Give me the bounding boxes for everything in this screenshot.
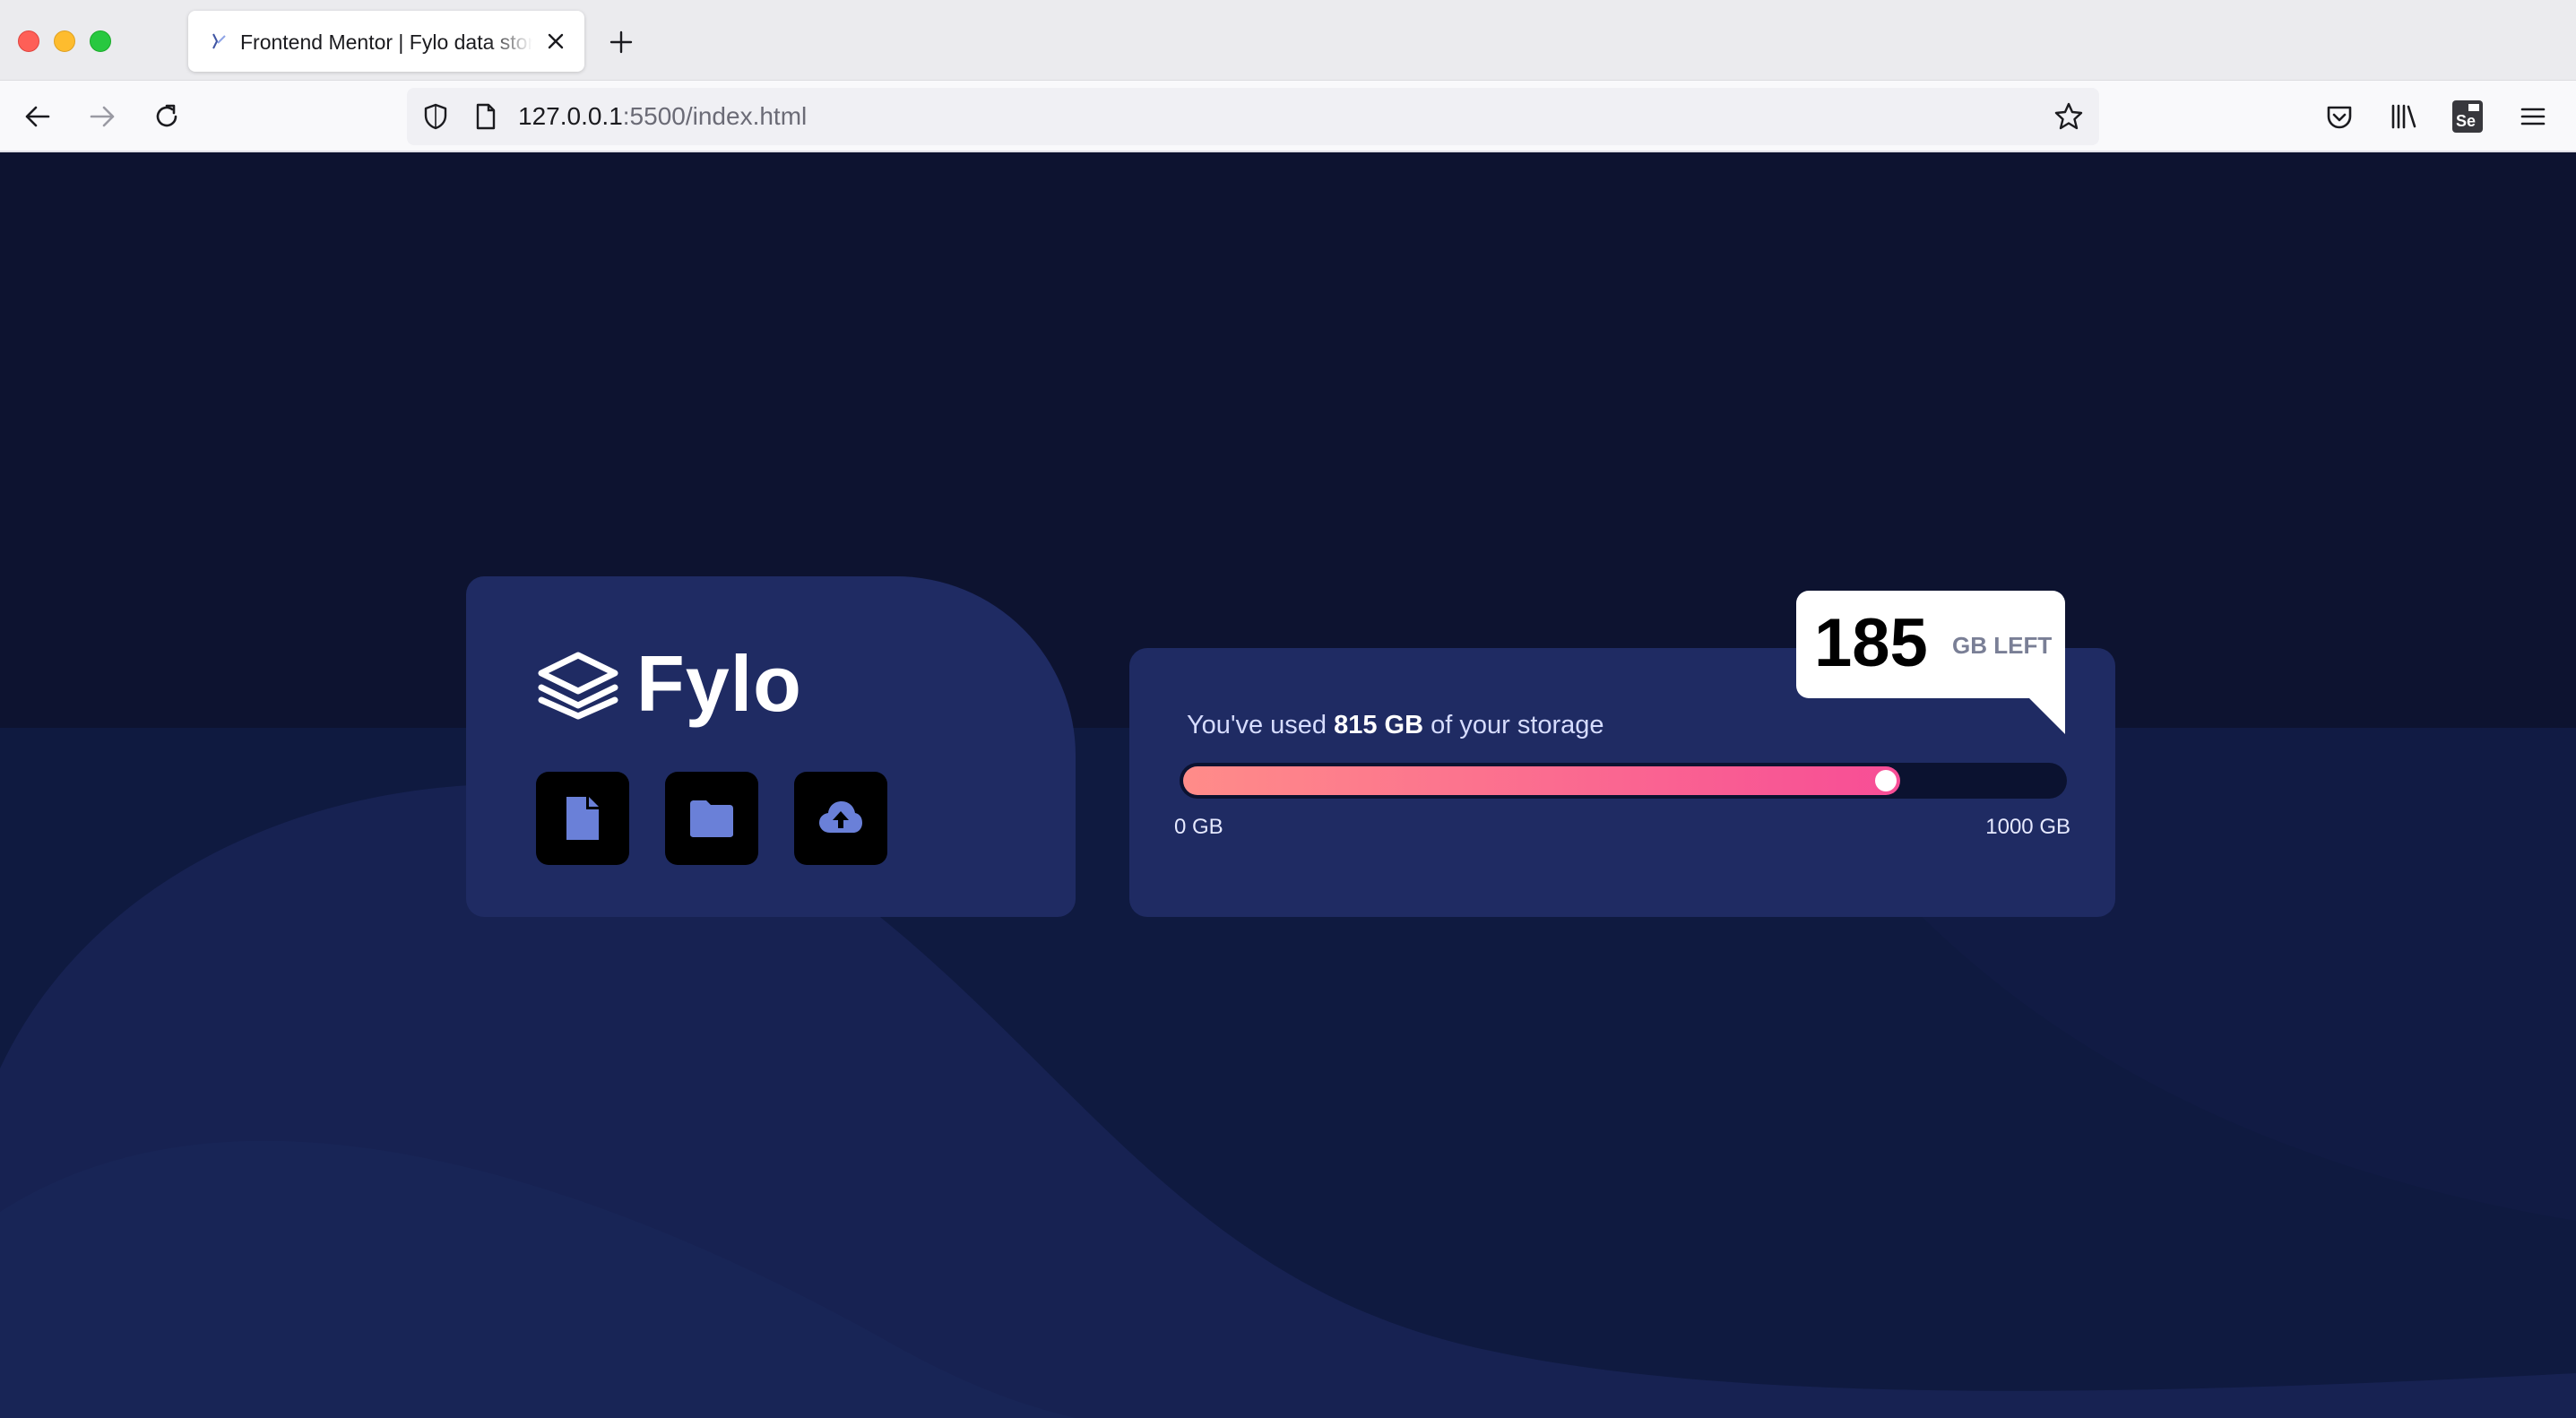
address-bar[interactable]: 127.0.0.1:5500/index.html	[407, 88, 2099, 145]
tab-title: Frontend Mentor | Fylo data storage comp…	[240, 30, 532, 54]
shield-icon[interactable]	[421, 102, 450, 131]
reload-icon[interactable]	[149, 99, 185, 134]
used-amount: 815 GB	[1334, 711, 1424, 739]
remaining-unit: GB LEFT	[1952, 632, 2053, 659]
brand-name: Fylo	[636, 639, 802, 728]
remaining-value: 185	[1814, 605, 1928, 681]
bookmark-star-icon[interactable]	[2053, 100, 2085, 133]
new-tab-icon[interactable]	[606, 27, 636, 57]
minimize-window-button[interactable]	[54, 30, 75, 52]
browser-nav-bar: 127.0.0.1:5500/index.html Se	[0, 81, 2576, 152]
document-button[interactable]	[536, 772, 629, 865]
close-tab-icon[interactable]	[543, 29, 568, 54]
bubble-tail	[2029, 698, 2065, 734]
remaining-storage-badge: 185 GB LEFT	[1796, 591, 2065, 734]
progress-knob	[1875, 770, 1897, 791]
pocket-icon[interactable]	[2321, 99, 2357, 134]
stacked-layers-icon	[538, 652, 618, 720]
folder-button[interactable]	[665, 772, 758, 865]
close-window-button[interactable]	[18, 30, 39, 52]
selenium-extension-icon[interactable]: Se	[2452, 100, 2483, 133]
back-arrow-icon[interactable]	[20, 99, 56, 134]
url-text[interactable]: 127.0.0.1:5500/index.html	[518, 102, 807, 131]
usage-summary: You've used 815 GB of your storage	[1187, 711, 1604, 739]
page-icon[interactable]	[473, 102, 498, 131]
folder-icon	[690, 800, 733, 837]
page-viewport: Fylo You've used 815 GB of your storage	[0, 154, 2576, 1418]
frontend-mentor-favicon-icon	[212, 33, 226, 49]
browser-tab-bar: Frontend Mentor | Fylo data storage comp…	[0, 0, 2576, 81]
maximize-window-button[interactable]	[90, 30, 111, 52]
forward-arrow-icon[interactable]	[84, 99, 120, 134]
storage-progress-fill	[1183, 766, 1900, 795]
scale-max-label: 1000 GB	[1985, 815, 2070, 839]
browser-tab[interactable]: Frontend Mentor | Fylo data storage comp…	[188, 11, 584, 72]
menu-icon[interactable]	[2515, 99, 2551, 134]
storage-progress-bar	[1180, 763, 2067, 799]
brand-card: Fylo	[466, 576, 1076, 917]
library-icon[interactable]	[2386, 99, 2422, 134]
scale-min-label: 0 GB	[1174, 815, 1223, 839]
upload-button[interactable]	[794, 772, 887, 865]
document-icon	[566, 797, 599, 840]
cloud-upload-icon	[819, 801, 862, 833]
